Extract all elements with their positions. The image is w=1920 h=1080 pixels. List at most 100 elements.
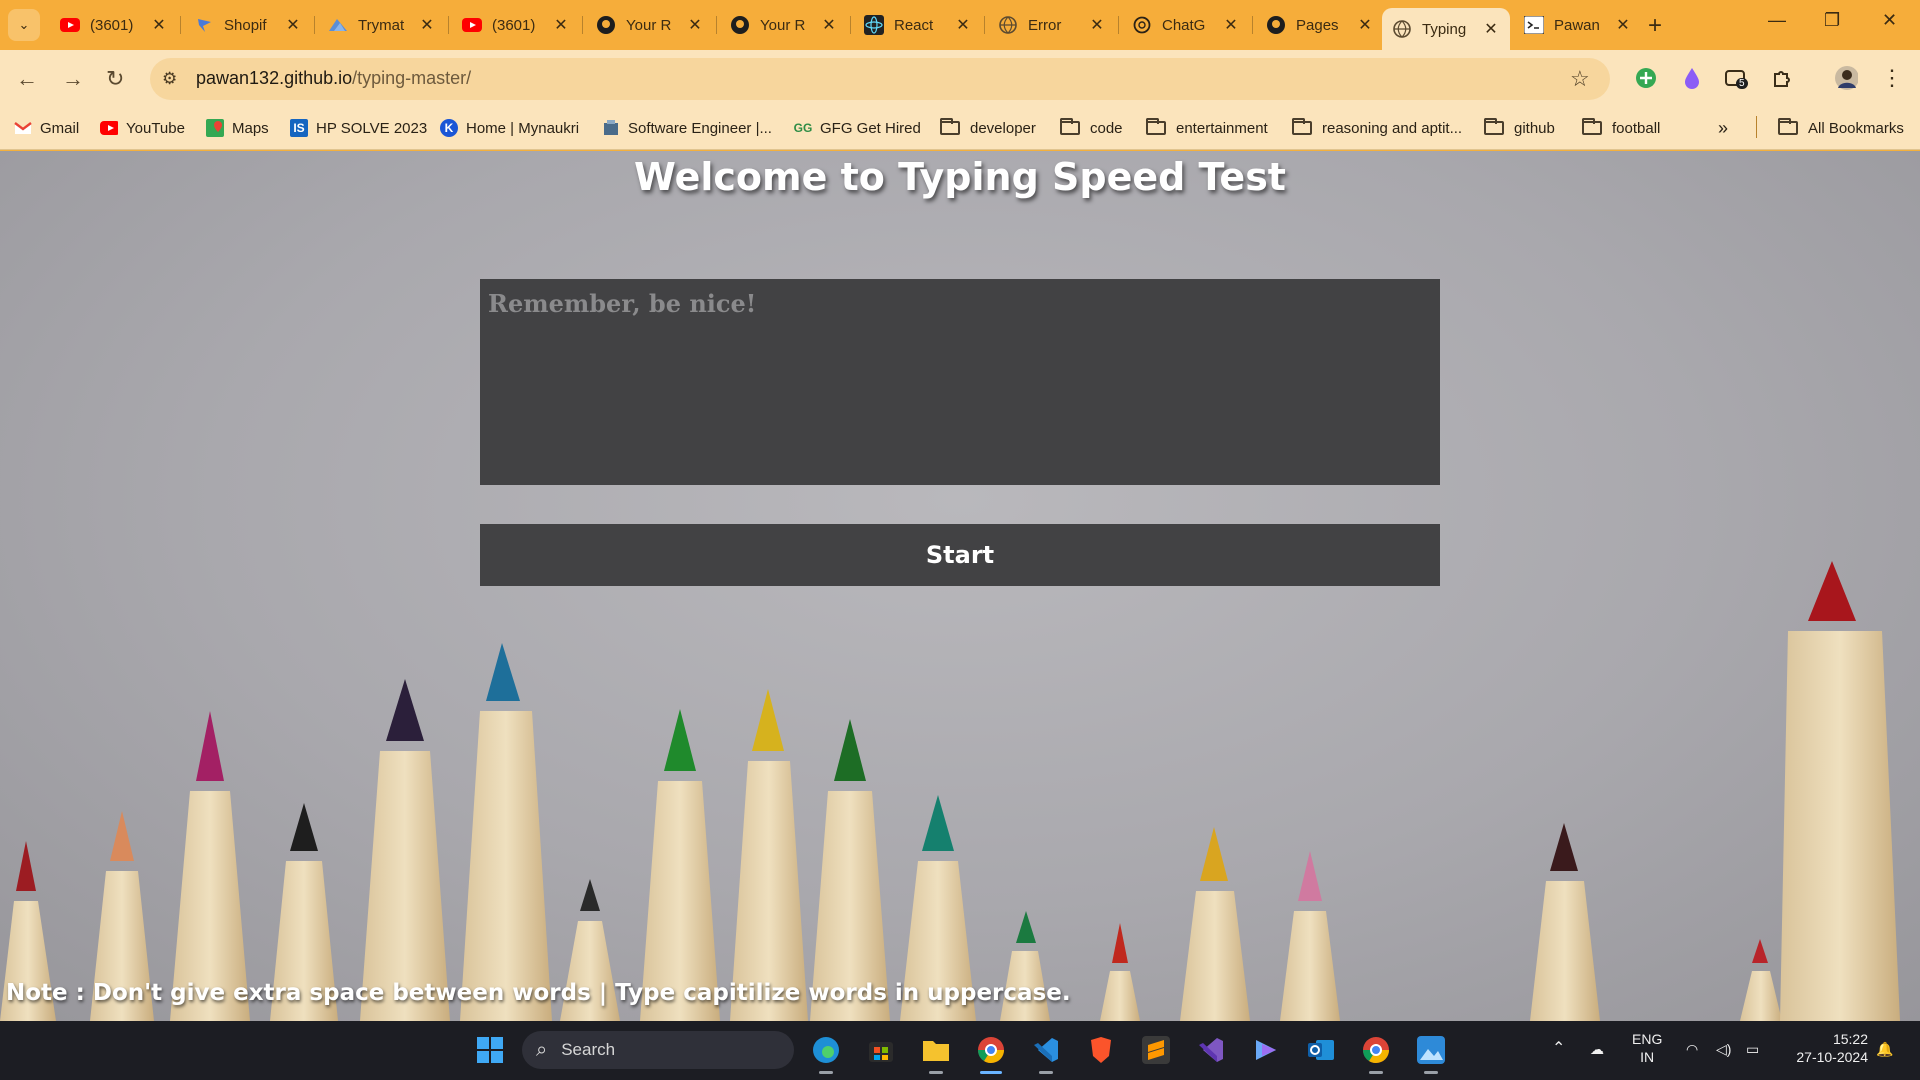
close-icon[interactable]: ✕ bbox=[284, 15, 302, 35]
vscode-icon[interactable] bbox=[1029, 1033, 1063, 1067]
forward-button[interactable]: → bbox=[62, 66, 84, 92]
url-path: /typing-master/ bbox=[352, 68, 472, 88]
battery-icon[interactable]: ▭ bbox=[1746, 1040, 1759, 1058]
extension-green-icon[interactable] bbox=[1634, 66, 1658, 90]
close-window-button[interactable]: ✕ bbox=[1882, 10, 1897, 31]
tab[interactable]: Your R ✕ bbox=[720, 8, 848, 42]
tab[interactable]: Pawan ✕ bbox=[1514, 8, 1642, 42]
sublime-icon[interactable] bbox=[1139, 1033, 1173, 1067]
copilot-icon[interactable] bbox=[1249, 1033, 1283, 1067]
bookmark-gfg[interactable]: GG GFG Get Hired bbox=[794, 116, 921, 140]
bookmark-folder-developer[interactable]: developer bbox=[940, 116, 1036, 140]
terminal-icon bbox=[1524, 15, 1544, 35]
extension-badge-icon[interactable]: 5 bbox=[1724, 66, 1748, 90]
all-bookmarks-button[interactable]: All Bookmarks bbox=[1778, 116, 1904, 140]
chrome-canary-icon[interactable] bbox=[1359, 1033, 1393, 1067]
bookmark-maps[interactable]: Maps bbox=[206, 116, 269, 140]
new-tab-button[interactable]: + bbox=[1648, 12, 1662, 40]
wifi-icon[interactable]: ◠ bbox=[1686, 1040, 1698, 1058]
bookmark-folder-entertainment[interactable]: entertainment bbox=[1146, 116, 1268, 140]
outlook-icon[interactable] bbox=[1304, 1033, 1338, 1067]
tab[interactable]: React ✕ bbox=[854, 8, 982, 42]
bookmark-hp-solve[interactable]: IS HP SOLVE 2023 bbox=[290, 116, 427, 140]
bookmark-label: YouTube bbox=[126, 119, 185, 137]
bookmark-star-icon[interactable]: ☆ bbox=[1570, 66, 1590, 92]
tab[interactable]: Error ✕ bbox=[988, 8, 1116, 42]
notification-bell-icon[interactable]: 🔔 bbox=[1876, 1040, 1893, 1058]
bookmark-folder-reasoning[interactable]: reasoning and aptit... bbox=[1292, 116, 1462, 140]
github-icon bbox=[730, 15, 750, 35]
windows-start-icon[interactable] bbox=[473, 1033, 507, 1067]
volume-icon[interactable]: ◁) bbox=[1716, 1040, 1731, 1058]
file-explorer-icon[interactable] bbox=[919, 1033, 953, 1067]
store-icon[interactable] bbox=[864, 1033, 898, 1067]
tab[interactable]: Trymat ✕ bbox=[318, 8, 446, 42]
close-icon[interactable]: ✕ bbox=[552, 15, 570, 35]
bookmark-youtube[interactable]: YouTube bbox=[100, 116, 185, 140]
typing-textarea[interactable] bbox=[480, 279, 1440, 485]
tab-title: Your R bbox=[626, 16, 672, 34]
language-indicator[interactable]: ENG IN bbox=[1632, 1030, 1662, 1066]
running-indicator bbox=[1039, 1071, 1053, 1074]
folder-icon bbox=[1778, 118, 1798, 135]
close-icon[interactable]: ✕ bbox=[954, 15, 972, 35]
tab-active[interactable]: Typing ✕ bbox=[1382, 8, 1510, 50]
photos-icon[interactable] bbox=[1414, 1033, 1448, 1067]
close-icon[interactable]: ✕ bbox=[1482, 19, 1500, 39]
url-text[interactable]: pawan132.github.io/typing-master/ bbox=[196, 68, 471, 89]
close-icon[interactable]: ✕ bbox=[1614, 15, 1632, 35]
profile-avatar[interactable] bbox=[1834, 66, 1858, 90]
tab[interactable]: ChatG ✕ bbox=[1122, 8, 1250, 42]
tab-title: (3601) bbox=[492, 16, 536, 34]
clock[interactable]: 15:22 27-10-2024 bbox=[1782, 1030, 1868, 1066]
close-icon[interactable]: ✕ bbox=[1088, 15, 1106, 35]
folder-icon bbox=[940, 118, 960, 135]
close-icon[interactable]: ✕ bbox=[1222, 15, 1240, 35]
close-icon[interactable]: ✕ bbox=[686, 15, 704, 35]
folder-icon bbox=[1146, 118, 1166, 135]
restore-button[interactable]: ❐ bbox=[1824, 10, 1840, 31]
tab[interactable]: (3601) ✕ bbox=[50, 8, 178, 42]
bookmark-folder-code[interactable]: code bbox=[1060, 116, 1123, 140]
bookmark-mynaukri[interactable]: K Home | Mynaukri bbox=[440, 116, 579, 140]
tab-search-button[interactable]: ⌄ bbox=[8, 9, 40, 41]
menu-dots-icon[interactable]: ⋮ bbox=[1880, 65, 1904, 90]
tray-overflow-chevron-icon[interactable]: ⌃ bbox=[1552, 1040, 1565, 1058]
brave-icon[interactable] bbox=[1084, 1033, 1118, 1067]
close-icon[interactable]: ✕ bbox=[1356, 15, 1374, 35]
close-icon[interactable]: ✕ bbox=[418, 15, 436, 35]
tab-separator bbox=[1252, 16, 1253, 34]
tab-title: React bbox=[894, 16, 934, 34]
youtube-icon bbox=[462, 15, 482, 35]
extension-drop-icon[interactable] bbox=[1680, 66, 1704, 90]
tab[interactable]: Your R ✕ bbox=[586, 8, 714, 42]
tab[interactable]: Shopif ✕ bbox=[184, 8, 312, 42]
visual-studio-icon[interactable] bbox=[1194, 1033, 1228, 1067]
bookmark-folder-football[interactable]: football bbox=[1582, 116, 1660, 140]
edge-icon[interactable] bbox=[809, 1033, 843, 1067]
extensions-puzzle-icon[interactable] bbox=[1770, 66, 1794, 90]
taskbar-search-label: Search bbox=[561, 1040, 616, 1059]
bookmark-software-engineer[interactable]: Software Engineer |... bbox=[602, 116, 772, 140]
start-button[interactable]: Start bbox=[480, 524, 1440, 586]
globe-icon bbox=[1392, 19, 1412, 39]
taskbar-search[interactable]: ⌕ Search bbox=[522, 1031, 794, 1069]
tab[interactable]: (3601) ✕ bbox=[452, 8, 580, 42]
bookmark-gmail[interactable]: Gmail bbox=[14, 116, 79, 140]
back-button[interactable]: ← bbox=[16, 66, 38, 92]
bookmark-folder-github[interactable]: github bbox=[1484, 116, 1555, 140]
chrome-icon[interactable] bbox=[974, 1033, 1008, 1067]
site-info-icon[interactable]: ⚙ bbox=[162, 69, 177, 89]
tab-separator bbox=[314, 16, 315, 34]
tab[interactable]: Pages ✕ bbox=[1256, 8, 1384, 42]
onedrive-icon[interactable]: ☁ bbox=[1590, 1040, 1604, 1058]
minimize-button[interactable]: — bbox=[1768, 10, 1786, 31]
close-icon[interactable]: ✕ bbox=[150, 15, 168, 35]
close-icon[interactable]: ✕ bbox=[820, 15, 838, 35]
tab-separator bbox=[448, 16, 449, 34]
reload-button[interactable]: ↻ bbox=[106, 66, 124, 92]
folder-icon bbox=[1292, 118, 1312, 135]
bookmark-label: football bbox=[1612, 119, 1661, 137]
bookmarks-overflow-button[interactable]: » bbox=[1718, 116, 1728, 140]
tab-title: Error bbox=[1028, 16, 1062, 34]
